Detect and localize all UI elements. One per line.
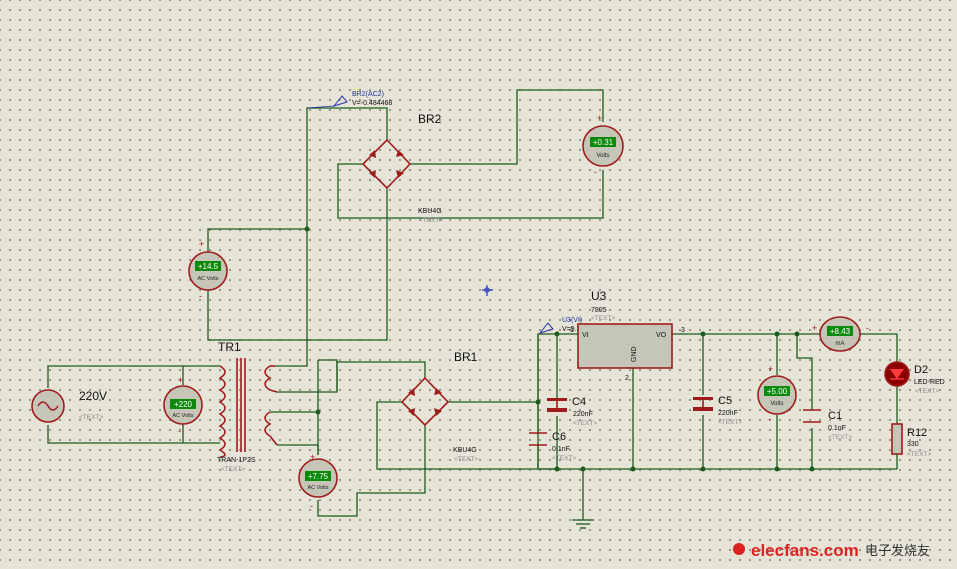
meter-br2-output-dc[interactable]: +0.31 Volts + - (582, 113, 624, 177)
svg-text:-: - (199, 291, 202, 301)
c4-ref: C4 (572, 396, 586, 408)
c6-placeholder: <TEXT> (552, 455, 576, 462)
br2-ref: BR2 (418, 112, 442, 126)
d2-part: LED-RED (914, 379, 945, 386)
c6-value: 0.1nF (552, 446, 570, 453)
schematic-canvas: 220V <TEXT> TR1 TRAN-1P2S <TEXT> BR2 KBU… (31, 89, 945, 560)
transformer-tr1[interactable]: TR1 TRAN-1P2S <TEXT> (217, 340, 278, 473)
bridge-br1[interactable]: BR1 KBU4G <TEXT> (400, 350, 478, 463)
br2-part: KBU4G (418, 208, 442, 215)
capacitor-c4[interactable]: C4 220nF <TEXT> (547, 396, 597, 427)
c4-value: 220nF (573, 411, 593, 418)
meter-output-current[interactable]: +8.43 mA + - (812, 316, 869, 352)
probe-br2-value: V=-0.484468 (352, 100, 392, 107)
meter-sec2-reading: +7.75 (308, 472, 329, 481)
r12-placeholder: <TEXT> (907, 451, 931, 458)
meter-output-unit: Volts (770, 401, 783, 407)
u3-placeholder: <TEXT> (591, 315, 615, 322)
d2-placeholder: <TEXT> (915, 388, 939, 395)
meter-br2-unit: Volts (596, 153, 609, 159)
ac-source-placeholder: <TEXT> (79, 414, 103, 421)
probe-br2-name: BR2(AC2) (352, 91, 384, 98)
u3-part: 7805 (591, 307, 607, 314)
probe-u3-name: U3(VI) (562, 317, 582, 324)
svg-text:+: + (199, 239, 204, 249)
svg-text:-: - (178, 426, 181, 436)
meter-current-reading: +8.43 (830, 327, 851, 336)
bridge-br2[interactable]: BR2 KBU4G <TEXT> (361, 112, 443, 224)
u3-pin2: 2 (625, 375, 629, 382)
crosshair-cursor-icon (482, 285, 493, 296)
u3-pin-gnd: GND (631, 346, 638, 362)
meter-output-reading: +5.00 (767, 387, 788, 396)
transformer-part: TRAN-1P2S (217, 457, 256, 464)
c6-ref: C6 (552, 431, 566, 443)
c1-ref: C1 (828, 410, 842, 422)
u3-pin-vi: VI (582, 332, 589, 339)
voltage-probe-br2[interactable]: BR2(AC2) V=-0.484468 (306, 91, 392, 109)
meter-sec2-unit: AC Volts (307, 485, 328, 491)
capacitor-c5[interactable]: C5 220nF <TEXT> (693, 395, 742, 426)
ac-source[interactable]: 220V <TEXT> (31, 389, 107, 423)
meter-sec1-unit: AC Volts (197, 276, 218, 282)
svg-text:-: - (866, 323, 869, 333)
svg-text:+: + (178, 375, 183, 385)
svg-text:-: - (594, 167, 597, 177)
svg-text:+: + (597, 113, 602, 123)
r12-value: 330 (907, 441, 919, 448)
transformer-ref: TR1 (218, 340, 241, 354)
capacitor-c1[interactable]: C1 0.1nF <TEXT> (803, 409, 852, 441)
d2-ref: D2 (914, 364, 928, 376)
br1-part: KBU4G (453, 447, 477, 454)
svg-text:+: + (768, 364, 773, 374)
c5-placeholder: <TEXT> (718, 419, 742, 426)
watermark-cn: 电子发烧友 (865, 543, 930, 558)
br1-ref: BR1 (454, 350, 478, 364)
watermark-logo: elecfans.com 电子发烧友 (733, 541, 930, 560)
c5-value: 220nF (718, 410, 738, 417)
svg-text:-: - (310, 501, 313, 511)
c5-ref: C5 (718, 395, 732, 407)
transformer-placeholder: <TEXT> (221, 466, 245, 473)
resistor-r12[interactable]: R12 330 <TEXT> (891, 423, 931, 458)
u3-pin1: 1 (570, 327, 574, 334)
c1-value: 0.1nF (828, 425, 846, 432)
svg-text:+: + (310, 452, 315, 462)
regulator-u3[interactable]: VI VO GND 1 3 2 U3 7805 <TEXT> (570, 289, 685, 382)
meter-input-reading: +220 (174, 400, 193, 409)
led-d2[interactable]: D2 LED-RED <TEXT> (884, 361, 945, 395)
u3-pin-vo: VO (656, 332, 667, 339)
meter-input-unit: AC Volts (172, 413, 193, 419)
c1-placeholder: <TEXT> (828, 434, 852, 441)
br2-placeholder: <TEXT> (419, 217, 443, 224)
br1-placeholder: <TEXT> (454, 456, 478, 463)
ac-source-label: 220V (79, 389, 107, 403)
capacitor-c6[interactable]: C6 0.1nF <TEXT> (529, 431, 576, 462)
svg-text:+: + (812, 323, 817, 333)
r12-ref: R12 (907, 427, 927, 439)
meter-sec1-reading: +14.5 (198, 262, 219, 271)
meter-br2-reading: +0.31 (593, 138, 614, 147)
watermark-site: elecfans.com (751, 541, 859, 560)
u3-pin3: 3 (681, 327, 685, 334)
svg-text:-: - (768, 414, 771, 424)
u3-ref: U3 (591, 289, 607, 303)
meter-current-unit: mA (836, 341, 845, 347)
c4-placeholder: <TEXT> (573, 420, 597, 427)
